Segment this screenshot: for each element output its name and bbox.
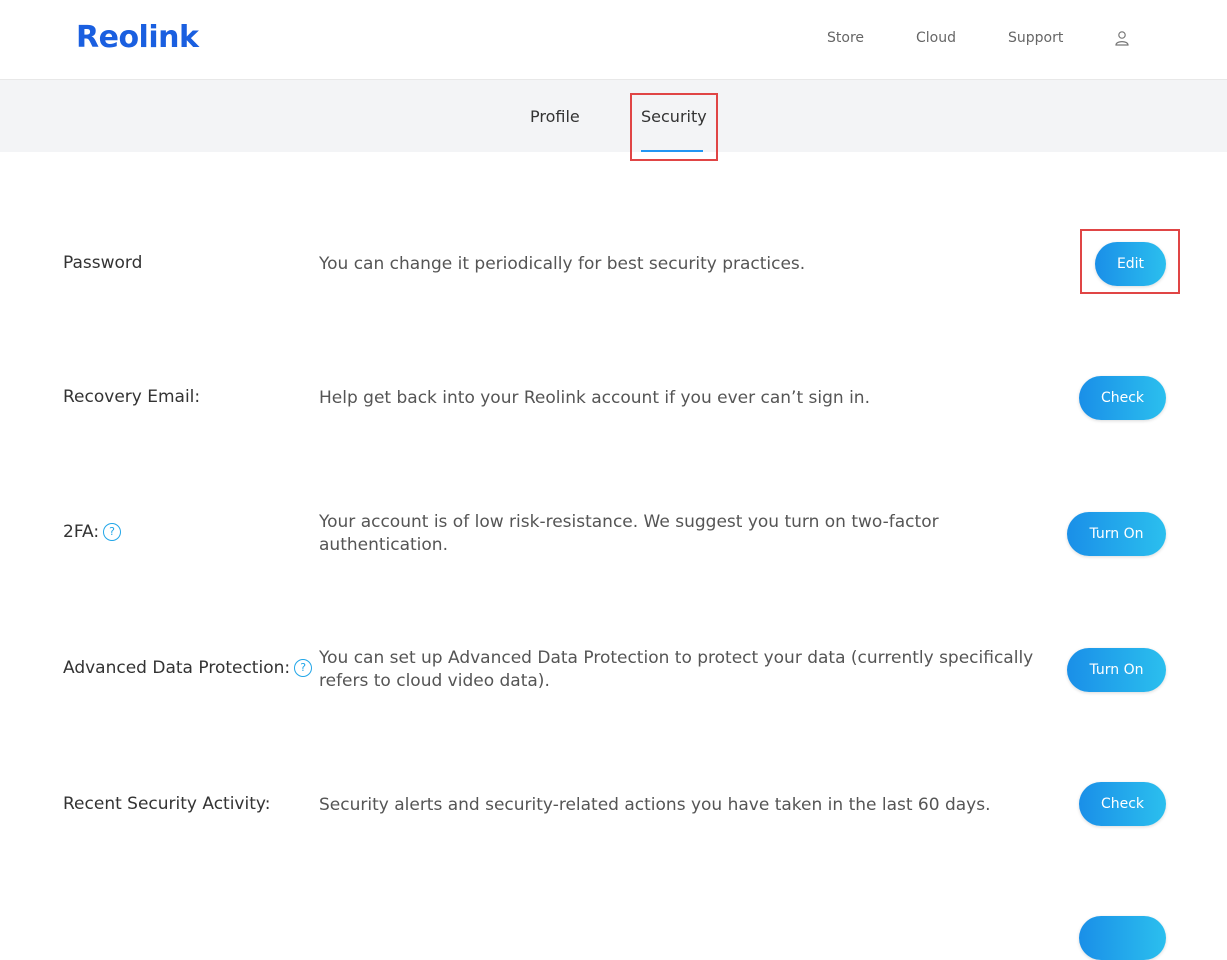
- recovery-email-description: Help get back into your Reolink account …: [319, 388, 870, 408]
- nav-cloud[interactable]: Cloud: [916, 30, 956, 46]
- check-security-activity-button[interactable]: Check: [1079, 782, 1166, 826]
- edit-password-button[interactable]: Edit: [1095, 242, 1166, 286]
- turn-on-2fa-button[interactable]: Turn On: [1067, 512, 1166, 556]
- advanced-data-protection-label: Advanced Data Protection:: [63, 658, 291, 678]
- account-tabbar: Profile Security: [0, 80, 1227, 152]
- two-factor-label-group: 2FA:?: [63, 522, 122, 542]
- tab-security[interactable]: Security: [641, 107, 707, 126]
- password-label: Password: [63, 253, 143, 273]
- reolink-logo[interactable]: Reolink: [76, 20, 199, 55]
- help-icon[interactable]: ?: [103, 523, 122, 541]
- nav-support[interactable]: Support: [1008, 30, 1063, 46]
- user-icon[interactable]: [1114, 30, 1130, 46]
- advanced-data-protection-description: You can set up Advanced Data Protection …: [319, 648, 1034, 691]
- nav-store[interactable]: Store: [827, 30, 864, 46]
- partial-next-row-button[interactable]: [1079, 916, 1166, 960]
- active-tab-indicator: [641, 150, 703, 152]
- two-factor-description: Your account is of low risk-resistance. …: [319, 512, 939, 555]
- user-icon-graphic: [1115, 31, 1129, 46]
- check-recovery-email-button[interactable]: Check: [1079, 376, 1166, 420]
- recovery-email-label: Recovery Email:: [63, 387, 201, 407]
- password-description: You can change it periodically for best …: [319, 254, 806, 274]
- tab-profile[interactable]: Profile: [530, 107, 580, 126]
- recent-security-activity-label: Recent Security Activity:: [63, 794, 271, 814]
- top-header: Reolink Store Cloud Support: [0, 0, 1227, 80]
- recent-security-activity-description: Security alerts and security-related act…: [319, 795, 991, 815]
- two-factor-label: 2FA:: [63, 522, 100, 542]
- adp-label-group: Advanced Data Protection:?: [63, 658, 313, 678]
- help-icon[interactable]: ?: [294, 659, 313, 677]
- turn-on-adp-button[interactable]: Turn On: [1067, 648, 1166, 692]
